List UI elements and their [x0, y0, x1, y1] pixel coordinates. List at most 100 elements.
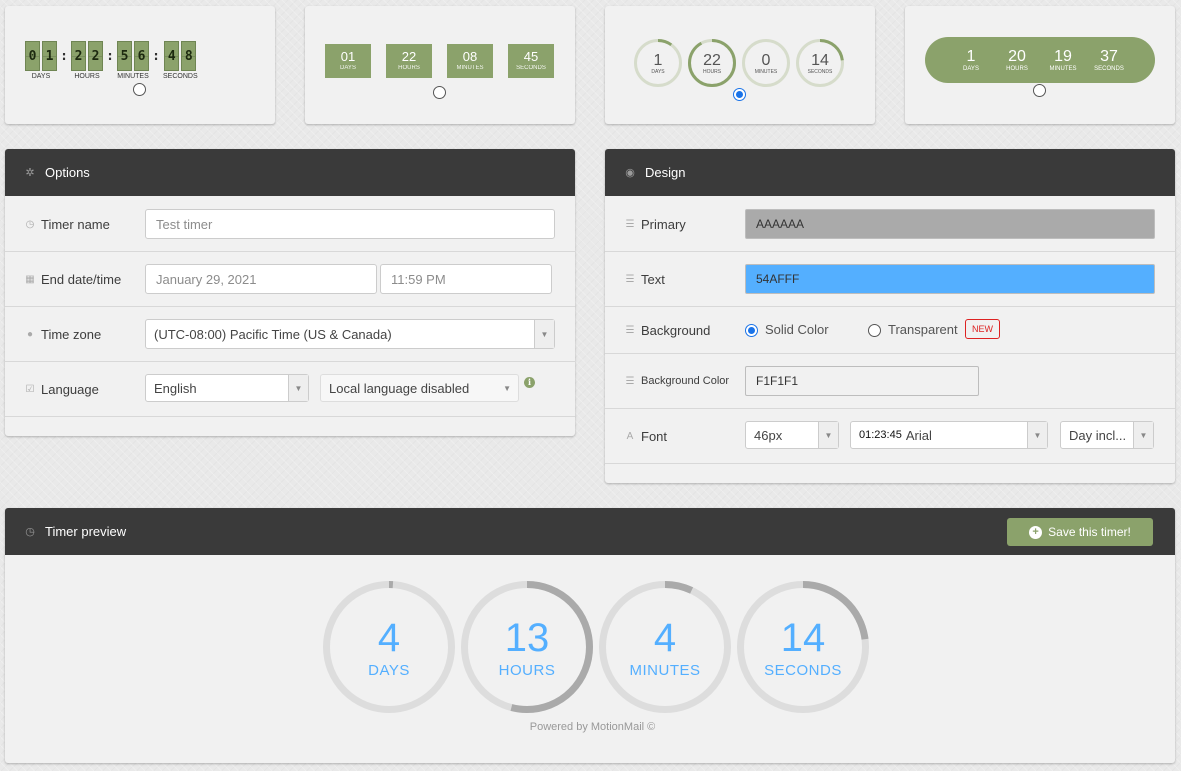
language-select[interactable]: English ▼: [145, 374, 309, 402]
transparent-radio[interactable]: [868, 324, 881, 337]
unit-label: SECONDS: [807, 68, 833, 75]
time-zone-select[interactable]: (UTC-08:00) Pacific Time (US & Canada) ▼: [145, 319, 555, 349]
style3-unit-seconds: 14 SECONDS: [795, 38, 845, 88]
time-zone-row: ● Time zone (UTC-08:00) Pacific Time (US…: [5, 307, 575, 362]
preview-unit-hours: 13 HOURS: [460, 580, 594, 714]
font-label-wrap: A Font: [623, 429, 667, 444]
primary-label: Primary: [641, 216, 686, 232]
local-language-select[interactable]: Local language disabled ▼: [320, 374, 519, 402]
font-icon: A: [626, 430, 634, 442]
style-radio-2[interactable]: [433, 86, 446, 99]
info-icon[interactable]: i: [524, 377, 535, 388]
separator: :: [61, 49, 67, 63]
style-radio-3[interactable]: [733, 88, 746, 101]
unit-value: 4: [653, 615, 677, 660]
timer-style-card-2[interactable]: 01 DAYS 22 HOURS 08 MINUTES 45 SECONDS: [305, 6, 575, 124]
unit-label: HOURS: [498, 661, 556, 679]
font-size-value: 46px: [754, 427, 783, 443]
powered-by: Powered by MotionMail ©: [529, 721, 656, 733]
timer-style-card-1[interactable]: 0 1 DAYS : 2 2 HOURS : 5 6 MINUTES : 4 8: [5, 6, 275, 124]
solid-color-radio[interactable]: [745, 324, 758, 337]
font-row: A Font 46px ▼ 01:23:45 Arial ▼ Day incl.…: [605, 409, 1175, 464]
end-datetime-label: End date/time: [41, 271, 122, 287]
chevron-down-icon[interactable]: ▼: [818, 422, 838, 448]
unit-value: 20: [1008, 48, 1026, 65]
unit-value: 13: [504, 615, 550, 660]
primary-label-wrap: ☰ Primary: [623, 217, 686, 232]
timer-name-label: Timer name: [41, 216, 110, 232]
preview-unit-days: 4 DAYS: [322, 580, 456, 714]
unit-value: 19: [1054, 48, 1072, 65]
lines-icon: ☰: [625, 273, 635, 285]
text-color-input[interactable]: 54AFFF: [745, 264, 1155, 294]
unit-label: HOURS: [1006, 66, 1028, 72]
unit-label: DAYS: [368, 661, 410, 679]
unit-value: 0: [761, 51, 771, 69]
font-label: Font: [641, 428, 668, 444]
eye-icon: ◉: [625, 167, 635, 179]
options-header: ✲ Options: [5, 149, 575, 196]
end-datetime-row: ▦ End date/time January 29, 2021 11:59 P…: [5, 252, 575, 307]
style-radio-4[interactable]: [1033, 84, 1046, 97]
timer-style-card-4[interactable]: 1 DAYS 20 HOURS 19 MINUTES 37 SECONDS: [905, 6, 1175, 124]
time-zone-label: Time zone: [41, 326, 102, 342]
font-size-select[interactable]: 46px ▼: [745, 421, 839, 449]
clock-icon: ◷: [25, 218, 35, 230]
font-family-select[interactable]: 01:23:45 Arial ▼: [850, 421, 1048, 449]
background-row: ☰ Background Solid Color Transparent NEW: [605, 307, 1175, 354]
style-radio-1[interactable]: [133, 83, 146, 96]
font-family-sample: 01:23:45: [859, 429, 902, 441]
digit: 4: [164, 41, 180, 71]
save-timer-button[interactable]: + Save this timer!: [1007, 518, 1153, 546]
timer-preview-panel: ◷ Timer preview + Save this timer! 4 DAY…: [5, 508, 1175, 763]
style4-unit-minutes: 19 MINUTES: [1047, 48, 1079, 72]
digit: 0: [25, 41, 40, 71]
chevron-down-icon[interactable]: ▼: [1027, 422, 1047, 448]
style1-unit-seconds: 4 8 SECONDS: [163, 41, 198, 80]
unit-label: SECONDS: [516, 65, 546, 71]
primary-color-input[interactable]: AAAAAA: [745, 209, 1155, 239]
unit-value: 01: [340, 49, 356, 64]
end-date-input[interactable]: January 29, 2021: [145, 264, 377, 294]
plus-icon: +: [1029, 525, 1043, 539]
style2-boxes: 01 DAYS 22 HOURS 08 MINUTES 45 SECONDS: [325, 44, 554, 78]
timer-style-card-3[interactable]: 1 DAYS 22 HOURS 0 MINUTES 14 SECONDS: [605, 6, 875, 124]
background-color-input[interactable]: F1F1F1: [745, 366, 979, 396]
chevron-down-icon[interactable]: ▼: [1133, 422, 1153, 448]
design-panel: ◉ Design ☰ Primary AAAAAA ☰ Text 54AFFF …: [605, 149, 1175, 483]
unit-label: MINUTES: [1049, 66, 1077, 72]
unit-label: MINUTES: [117, 73, 149, 80]
unit-value: 37: [1100, 48, 1118, 65]
day-format-select[interactable]: Day incl... ▼: [1060, 421, 1154, 449]
design-title: Design: [645, 165, 686, 180]
style4-unit-days: 1 DAYS: [955, 48, 987, 72]
unit-label: DAYS: [651, 68, 665, 75]
language-row: ☑ Language English ▼ Local language disa…: [5, 362, 575, 417]
style2-unit-seconds: 45 SECONDS: [508, 44, 554, 78]
style1-unit-days: 0 1 DAYS: [25, 41, 57, 80]
end-time-input[interactable]: 11:59 PM: [380, 264, 552, 294]
timer-name-row: ◷ Timer name Test timer: [5, 197, 575, 252]
language-label: Language: [41, 381, 99, 397]
timer-name-input[interactable]: Test timer: [145, 209, 555, 239]
background-label: Background: [641, 322, 711, 338]
lines-icon: ☰: [625, 218, 635, 230]
save-timer-label: Save this timer!: [1048, 525, 1131, 539]
preview-header: ◷ Timer preview + Save this timer!: [5, 508, 1175, 555]
local-language-value: Local language disabled: [329, 380, 470, 396]
chevron-down-icon[interactable]: ▼: [534, 320, 554, 348]
style2-unit-minutes: 08 MINUTES: [447, 44, 493, 78]
solid-color-label[interactable]: Solid Color: [765, 322, 829, 337]
chevron-down-icon[interactable]: ▼: [503, 384, 511, 393]
transparent-label[interactable]: Transparent: [888, 322, 958, 337]
unit-label: HOURS: [74, 73, 100, 80]
separator: :: [153, 49, 159, 63]
unit-value: 45: [523, 49, 539, 64]
text-color-label-wrap: ☰ Text: [623, 272, 665, 287]
primary-row: ☰ Primary AAAAAA: [605, 197, 1175, 252]
unit-value: 08: [462, 49, 478, 64]
language-label-wrap: ☑ Language: [23, 382, 99, 397]
chevron-down-icon[interactable]: ▼: [288, 375, 308, 401]
unit-value: 1: [653, 51, 663, 69]
calendar-icon: ▦: [25, 273, 35, 285]
